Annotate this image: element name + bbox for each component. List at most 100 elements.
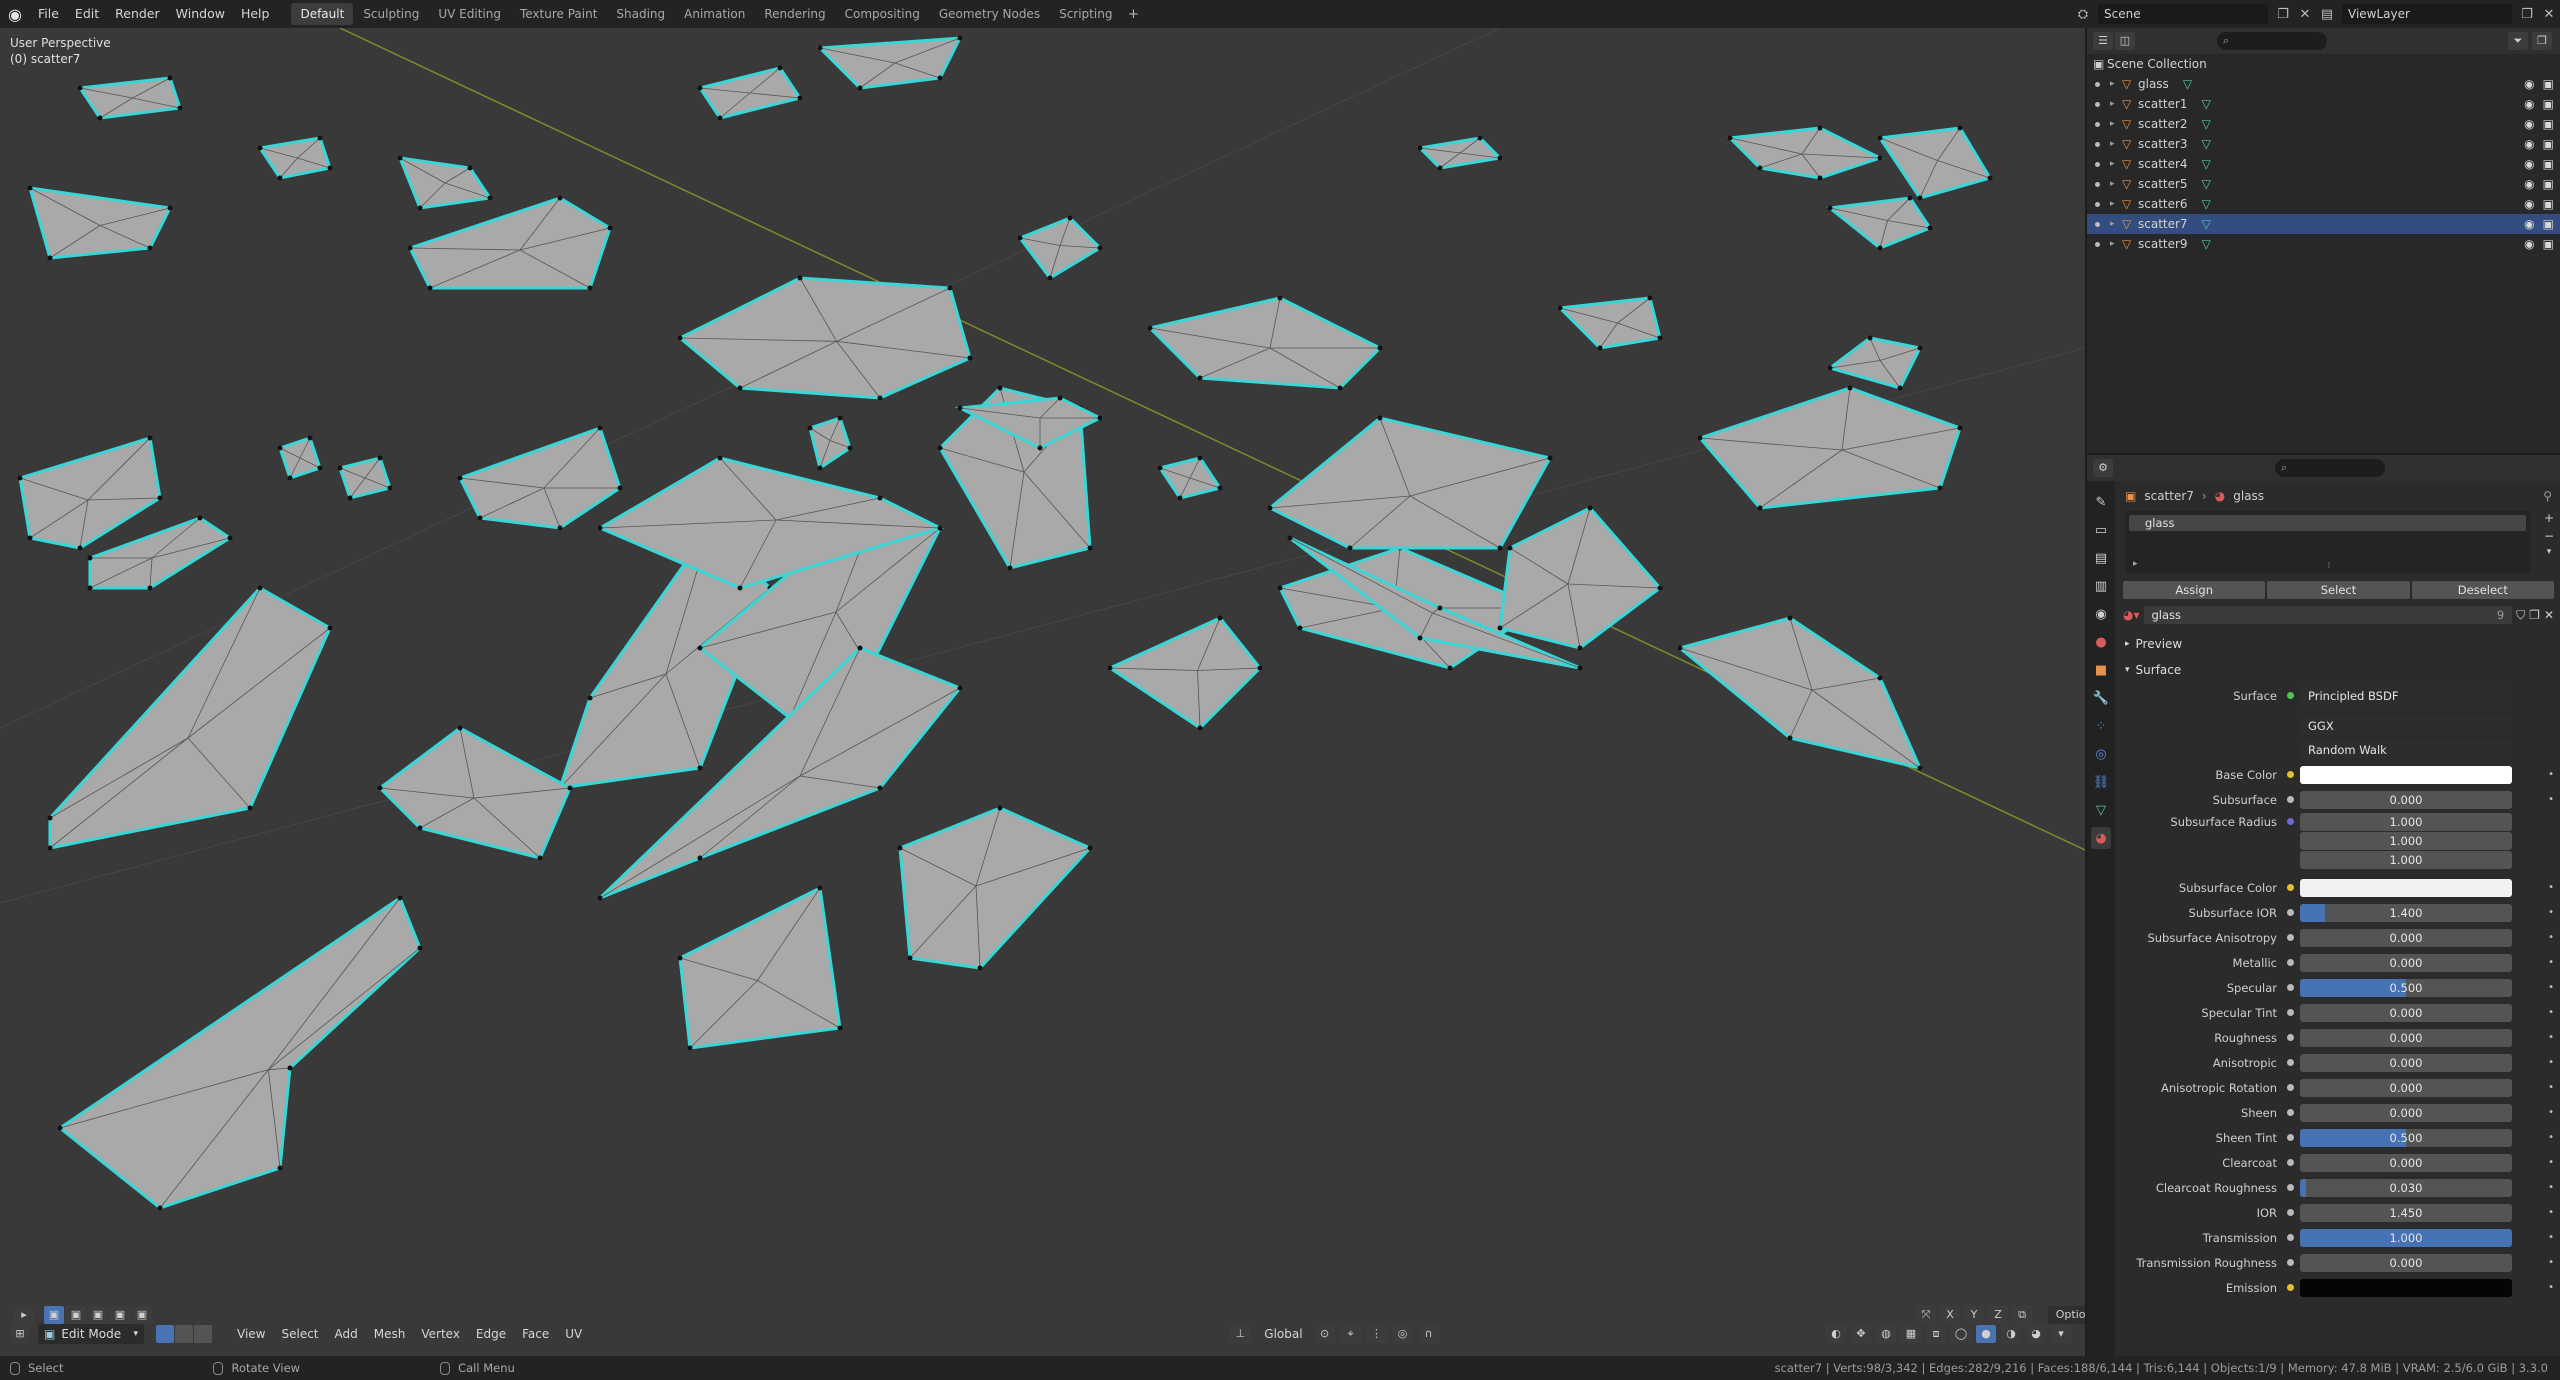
mesh-vertex[interactable] <box>377 455 383 461</box>
menu-window[interactable]: Window <box>168 0 233 28</box>
mesh-vertex[interactable] <box>1497 625 1503 631</box>
menu-file[interactable]: File <box>30 0 67 28</box>
mesh-vertex[interactable] <box>277 1165 283 1171</box>
mesh-vertex[interactable] <box>1827 205 1833 211</box>
mesh-vertex[interactable] <box>877 785 883 791</box>
mesh-vertex[interactable] <box>47 845 53 851</box>
mesh-vertex[interactable] <box>717 455 723 461</box>
mesh-shard[interactable] <box>1676 616 1923 771</box>
mesh-vertex[interactable] <box>597 895 603 901</box>
material-browse-icon[interactable]: ◕▾ <box>2123 608 2140 622</box>
viewport-menu-vertex[interactable]: Vertex <box>413 1323 468 1345</box>
display-mode-icon[interactable]: ◫ <box>2115 32 2135 50</box>
view-layer-icon[interactable]: ▤ <box>2316 4 2338 24</box>
mesh-vertex[interactable] <box>1057 395 1063 401</box>
editor-type-icon[interactable]: ☰ <box>2093 32 2113 50</box>
mesh-vertex[interactable] <box>1597 345 1603 351</box>
view-layer-selector[interactable]: ViewLayer <box>2342 4 2512 24</box>
mesh-vertex[interactable] <box>1497 545 1503 551</box>
mesh-vertex[interactable] <box>1757 505 1763 511</box>
slot-menu-icon[interactable]: ▾ <box>2547 547 2552 557</box>
mesh-vertex[interactable] <box>1787 735 1793 741</box>
mesh-vertex[interactable] <box>1007 565 1013 571</box>
mesh-vertex[interactable] <box>1257 665 1263 671</box>
mesh-vertex[interactable] <box>967 355 973 361</box>
wireframe-shading-icon[interactable]: ◯ <box>1951 1325 1971 1343</box>
mesh-vertex[interactable] <box>807 425 813 431</box>
rendered-shading-icon[interactable]: ◕ <box>2026 1325 2046 1343</box>
mesh-vertex[interactable] <box>1677 645 1683 651</box>
outliner-item-scatter6[interactable]: ▸ ▽ scatter6 ▽ ◉ ▣ <box>2087 194 2560 214</box>
mesh-vertex[interactable] <box>327 165 333 171</box>
surface-panel-header[interactable]: ▾ Surface <box>2117 657 2560 683</box>
mesh-shard[interactable] <box>898 806 1093 970</box>
keyframe-dot-icon[interactable]: • <box>2548 1157 2554 1168</box>
mesh-vertex[interactable] <box>587 285 593 291</box>
mesh-vertex[interactable] <box>1107 665 1113 671</box>
mesh-vertex[interactable] <box>1087 845 1093 851</box>
expand-arrow-icon[interactable]: ▸ <box>2110 79 2122 89</box>
mesh-vertex[interactable] <box>597 525 603 531</box>
tab-sculpting[interactable]: Sculpting <box>354 3 428 25</box>
mesh-shard[interactable] <box>257 136 332 180</box>
mesh-vertex[interactable] <box>87 585 93 591</box>
tab-texture-paint[interactable]: Texture Paint <box>511 3 606 25</box>
overlay-icon[interactable]: ◍ <box>1876 1325 1896 1343</box>
mesh-vertex[interactable] <box>157 495 163 501</box>
mesh-shard[interactable] <box>808 416 852 471</box>
base-color-color-swatch[interactable] <box>2300 765 2512 784</box>
mesh-vertex[interactable] <box>797 95 803 101</box>
roughness-field[interactable]: 0.000 <box>2300 1028 2512 1047</box>
mesh-vertex[interactable] <box>1197 725 1203 731</box>
mesh-vertex[interactable] <box>1097 245 1103 251</box>
surface-shader-selector[interactable]: Principled BSDF <box>2300 686 2512 705</box>
outliner-item-scatter4[interactable]: ▸ ▽ scatter4 ▽ ◉ ▣ <box>2087 154 2560 174</box>
mesh-shard[interactable] <box>1697 386 1962 510</box>
render-tab-icon[interactable]: ▭ <box>2091 519 2111 541</box>
scene-selector[interactable]: Scene <box>2098 4 2268 24</box>
mesh-vertex[interactable] <box>277 175 283 181</box>
subsurface-color-color-swatch[interactable] <box>2300 878 2512 897</box>
outliner-item-scatter2[interactable]: ▸ ▽ scatter2 ▽ ◉ ▣ <box>2087 114 2560 134</box>
mesh-vertex[interactable] <box>1877 135 1883 141</box>
mesh-vertex[interactable] <box>737 385 743 391</box>
mode-selector[interactable]: ▣ Edit Mode ▾ <box>38 1324 144 1344</box>
mesh-data-icon[interactable]: ▽ <box>2202 237 2211 251</box>
mesh-vertex[interactable] <box>1287 535 1293 541</box>
mesh-vertex[interactable] <box>47 815 53 821</box>
mesh-vertex[interactable] <box>1877 675 1883 681</box>
mesh-shard[interactable] <box>407 196 612 290</box>
mesh-vertex[interactable] <box>1037 445 1043 451</box>
mesh-vertex[interactable] <box>937 75 943 81</box>
mesh-vertex[interactable] <box>27 535 33 541</box>
mesh-vertex[interactable] <box>567 785 573 791</box>
mesh-vertex[interactable] <box>537 855 543 861</box>
mesh-data-icon[interactable]: ▽ <box>2202 217 2211 231</box>
editor-type-icon[interactable]: ⊞ <box>10 1325 30 1343</box>
subsurface-radius-field[interactable]: 1.000 <box>2300 831 2512 850</box>
clearcoat-roughness-field[interactable]: 0.030 <box>2300 1178 2512 1197</box>
mesh-vertex[interactable] <box>697 855 703 861</box>
mesh-vertex[interactable] <box>1437 605 1443 611</box>
mesh-shard[interactable] <box>48 586 332 850</box>
mesh-vertex[interactable] <box>1197 455 1203 461</box>
material-name-field[interactable]: glass 9 <box>2143 606 2513 624</box>
mesh-vertex[interactable] <box>1547 455 1553 461</box>
camera-icon[interactable]: ▣ <box>2543 197 2554 211</box>
menu-render[interactable]: Render <box>107 0 168 28</box>
sheen-tint-field[interactable]: 0.500 <box>2300 1128 2512 1147</box>
outliner-item-scatter1[interactable]: ▸ ▽ scatter1 ▽ ◉ ▣ <box>2087 94 2560 114</box>
mesh-vertex[interactable] <box>457 475 463 481</box>
object-tab-icon[interactable]: ■ <box>2091 659 2111 681</box>
mesh-vertex[interactable] <box>467 165 473 171</box>
keyframe-dot-icon[interactable]: • <box>2548 882 2554 893</box>
tab-shading[interactable]: Shading <box>607 3 674 25</box>
mesh-vertex[interactable] <box>817 885 823 891</box>
mesh-vertex[interactable] <box>1897 385 1903 391</box>
mesh-vertex[interactable] <box>397 155 403 161</box>
mesh-data-icon[interactable]: ▽ <box>2202 117 2211 131</box>
tab-uv-editing[interactable]: UV Editing <box>429 3 510 25</box>
expand-arrow-icon[interactable]: ▸ <box>2110 179 2122 189</box>
mesh-vertex[interactable] <box>397 895 403 901</box>
mesh-vertex[interactable] <box>1987 175 1993 181</box>
